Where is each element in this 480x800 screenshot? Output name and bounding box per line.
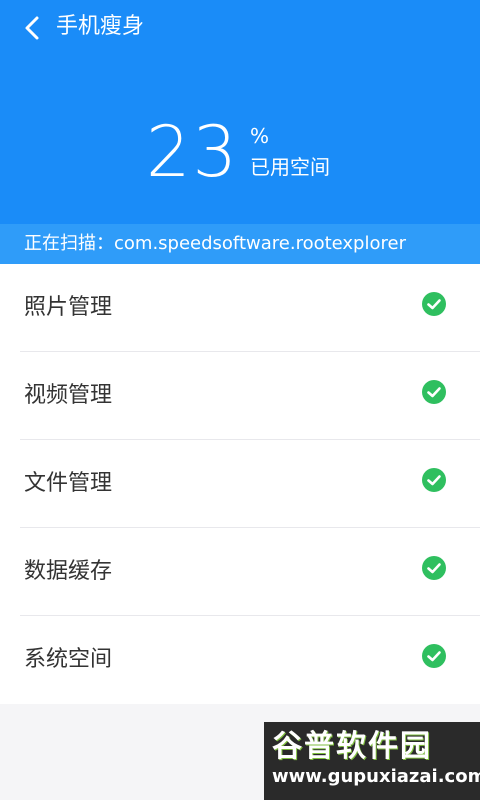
list-item-label: 照片管理 bbox=[24, 295, 113, 320]
chevron-left-icon bbox=[25, 16, 39, 40]
list-item-system-space[interactable]: 系统空间 bbox=[0, 616, 480, 704]
check-circle-icon bbox=[422, 556, 446, 580]
used-space-label: 已用空间 bbox=[250, 155, 330, 179]
list-item-video-management[interactable]: 视频管理 bbox=[0, 352, 480, 440]
list-item-data-cache[interactable]: 数据缓存 bbox=[0, 528, 480, 616]
list-item-file-management[interactable]: 文件管理 bbox=[0, 440, 480, 528]
check-circle-icon bbox=[422, 468, 446, 492]
cleanup-category-list: 照片管理 视频管理 文件管理 数据缓存 系统空间 bbox=[0, 264, 480, 704]
back-button[interactable] bbox=[14, 10, 50, 46]
check-circle-icon bbox=[422, 292, 446, 316]
list-item-label: 视频管理 bbox=[24, 383, 113, 408]
check-circle-icon bbox=[422, 380, 446, 404]
page-title: 手机瘦身 bbox=[56, 14, 145, 39]
watermark-title: 谷普软件园 bbox=[272, 729, 432, 764]
list-item-label: 系统空间 bbox=[24, 647, 113, 672]
watermark: 谷普软件园 www.gupuxiazai.com bbox=[264, 722, 480, 800]
check-circle-icon bbox=[422, 644, 446, 668]
list-item-label: 数据缓存 bbox=[24, 559, 113, 584]
scan-status-bar: 正在扫描：com.speedsoftware.rootexplorer bbox=[0, 224, 480, 264]
watermark-url: www.gupuxiazai.com bbox=[272, 766, 480, 787]
list-item-label: 文件管理 bbox=[24, 471, 113, 496]
usage-percent-value: 23 bbox=[146, 111, 240, 193]
header: 手机瘦身 23 % 已用空间 bbox=[0, 0, 480, 224]
list-item-photo-management[interactable]: 照片管理 bbox=[0, 264, 480, 352]
percent-sign: % bbox=[250, 124, 270, 148]
